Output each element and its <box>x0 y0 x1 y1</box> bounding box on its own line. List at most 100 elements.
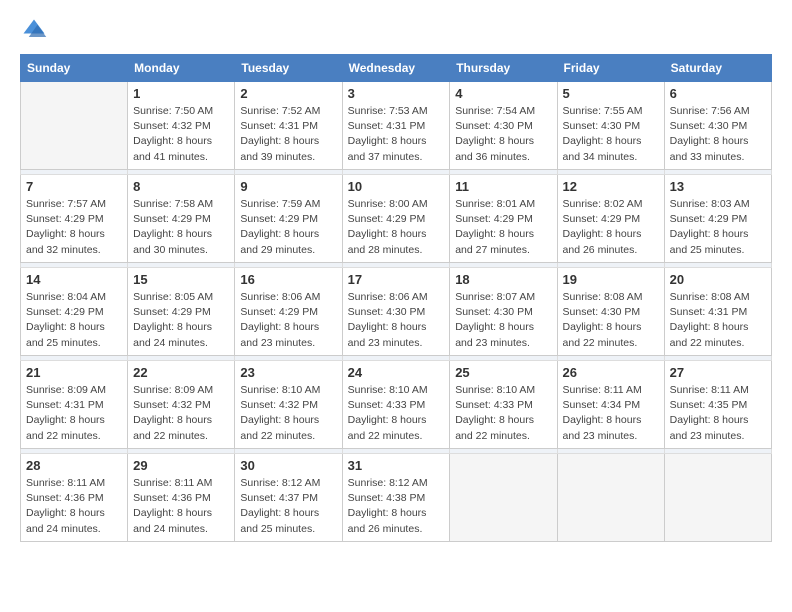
day-number: 29 <box>133 458 229 473</box>
day-cell: 19Sunrise: 8:08 AMSunset: 4:30 PMDayligh… <box>557 268 664 356</box>
header <box>20 16 772 44</box>
day-info: Sunrise: 8:11 AMSunset: 4:36 PMDaylight:… <box>26 476 122 537</box>
day-cell: 20 Sunrise: 8:08 AMSunset: 4:31 PMDayligh… <box>664 268 771 356</box>
day-info: Sunrise: 8:06 AMSunset: 4:29 PMDaylight:… <box>240 290 336 351</box>
day-number: 19 <box>563 272 659 287</box>
header-saturday: Saturday <box>664 55 771 82</box>
day-info: Sunrise: 7:58 AMSunset: 4:29 PMDaylight:… <box>133 197 229 258</box>
day-number: 15 <box>133 272 229 287</box>
week-row-2: 7 Sunrise: 7:57 AMSunset: 4:29 PMDaylight… <box>21 175 772 263</box>
header-tuesday: Tuesday <box>235 55 342 82</box>
day-number: 9 <box>240 179 336 194</box>
day-number: 10 <box>348 179 445 194</box>
day-cell: 11 Sunrise: 8:01 AMSunset: 4:29 PMDayligh… <box>450 175 557 263</box>
day-cell: 23Sunrise: 8:10 AMSunset: 4:32 PMDayligh… <box>235 361 342 449</box>
day-cell: 3Sunrise: 7:53 AMSunset: 4:31 PMDaylight… <box>342 82 450 170</box>
day-cell: 22Sunrise: 8:09 AMSunset: 4:32 PMDayligh… <box>128 361 235 449</box>
day-info: Sunrise: 7:59 AMSunset: 4:29 PMDaylight:… <box>240 197 336 258</box>
day-cell: 4 Sunrise: 7:54 AMSunset: 4:30 PMDaylight… <box>450 82 557 170</box>
day-number: 12 <box>563 179 659 194</box>
day-number: 2 <box>240 86 336 101</box>
day-cell: 18 Sunrise: 8:07 AMSunset: 4:30 PMDayligh… <box>450 268 557 356</box>
day-cell: 25 Sunrise: 8:10 AMSunset: 4:33 PMDayligh… <box>450 361 557 449</box>
day-number: 7 <box>26 179 122 194</box>
day-cell: 10Sunrise: 8:00 AMSunset: 4:29 PMDayligh… <box>342 175 450 263</box>
day-number: 11 <box>455 179 551 194</box>
day-cell <box>21 82 128 170</box>
day-number: 28 <box>26 458 122 473</box>
header-monday: Monday <box>128 55 235 82</box>
day-cell: 2 Sunrise: 7:52 AMSunset: 4:31 PMDaylight… <box>235 82 342 170</box>
day-number: 16 <box>240 272 336 287</box>
week-row-1: 1Sunrise: 7:50 AMSunset: 4:32 PMDaylight… <box>21 82 772 170</box>
day-cell <box>557 454 664 542</box>
day-cell: 29 Sunrise: 8:11 AMSunset: 4:36 PMDayligh… <box>128 454 235 542</box>
day-info: Sunrise: 8:11 AMSunset: 4:36 PMDaylight:… <box>133 476 229 537</box>
week-row-4: 21 Sunrise: 8:09 AMSunset: 4:31 PMDayligh… <box>21 361 772 449</box>
day-info: Sunrise: 8:10 AMSunset: 4:33 PMDaylight:… <box>348 383 445 444</box>
day-number: 26 <box>563 365 659 380</box>
day-info: Sunrise: 7:54 AMSunset: 4:30 PMDaylight:… <box>455 104 551 165</box>
header-sunday: Sunday <box>21 55 128 82</box>
week-row-3: 14 Sunrise: 8:04 AMSunset: 4:29 PMDayligh… <box>21 268 772 356</box>
day-info: Sunrise: 7:57 AMSunset: 4:29 PMDaylight:… <box>26 197 122 258</box>
header-wednesday: Wednesday <box>342 55 450 82</box>
day-cell: 8 Sunrise: 7:58 AMSunset: 4:29 PMDaylight… <box>128 175 235 263</box>
day-number: 3 <box>348 86 445 101</box>
day-cell <box>450 454 557 542</box>
header-thursday: Thursday <box>450 55 557 82</box>
day-info: Sunrise: 8:08 AMSunset: 4:31 PMDaylight:… <box>670 290 766 351</box>
day-cell: 31Sunrise: 8:12 AMSunset: 4:38 PMDayligh… <box>342 454 450 542</box>
day-number: 24 <box>348 365 445 380</box>
day-cell: 15 Sunrise: 8:05 AMSunset: 4:29 PMDayligh… <box>128 268 235 356</box>
day-number: 6 <box>670 86 766 101</box>
week-row-5: 28 Sunrise: 8:11 AMSunset: 4:36 PMDayligh… <box>21 454 772 542</box>
day-cell: 7 Sunrise: 7:57 AMSunset: 4:29 PMDaylight… <box>21 175 128 263</box>
day-number: 1 <box>133 86 229 101</box>
day-info: Sunrise: 8:07 AMSunset: 4:30 PMDaylight:… <box>455 290 551 351</box>
day-info: Sunrise: 8:03 AMSunset: 4:29 PMDaylight:… <box>670 197 766 258</box>
day-number: 30 <box>240 458 336 473</box>
day-info: Sunrise: 8:06 AMSunset: 4:30 PMDaylight:… <box>348 290 445 351</box>
day-info: Sunrise: 7:56 AMSunset: 4:30 PMDaylight:… <box>670 104 766 165</box>
day-cell: 27Sunrise: 8:11 AMSunset: 4:35 PMDayligh… <box>664 361 771 449</box>
day-info: Sunrise: 8:01 AMSunset: 4:29 PMDaylight:… <box>455 197 551 258</box>
day-cell: 1Sunrise: 7:50 AMSunset: 4:32 PMDaylight… <box>128 82 235 170</box>
day-number: 8 <box>133 179 229 194</box>
day-number: 20 <box>670 272 766 287</box>
day-number: 23 <box>240 365 336 380</box>
day-cell: 12 Sunrise: 8:02 AMSunset: 4:29 PMDayligh… <box>557 175 664 263</box>
day-info: Sunrise: 8:02 AMSunset: 4:29 PMDaylight:… <box>563 197 659 258</box>
day-cell: 5 Sunrise: 7:55 AMSunset: 4:30 PMDaylight… <box>557 82 664 170</box>
day-cell: 16 Sunrise: 8:06 AMSunset: 4:29 PMDayligh… <box>235 268 342 356</box>
day-cell: 13 Sunrise: 8:03 AMSunset: 4:29 PMDayligh… <box>664 175 771 263</box>
day-cell: 30 Sunrise: 8:12 AMSunset: 4:37 PMDayligh… <box>235 454 342 542</box>
day-info: Sunrise: 8:12 AMSunset: 4:38 PMDaylight:… <box>348 476 445 537</box>
day-number: 4 <box>455 86 551 101</box>
day-info: Sunrise: 8:04 AMSunset: 4:29 PMDaylight:… <box>26 290 122 351</box>
day-cell: 24 Sunrise: 8:10 AMSunset: 4:33 PMDayligh… <box>342 361 450 449</box>
day-cell: 26Sunrise: 8:11 AMSunset: 4:34 PMDayligh… <box>557 361 664 449</box>
day-cell: 28 Sunrise: 8:11 AMSunset: 4:36 PMDayligh… <box>21 454 128 542</box>
header-friday: Friday <box>557 55 664 82</box>
day-info: Sunrise: 8:09 AMSunset: 4:31 PMDaylight:… <box>26 383 122 444</box>
day-number: 5 <box>563 86 659 101</box>
day-number: 25 <box>455 365 551 380</box>
logo-icon <box>20 16 48 44</box>
day-info: Sunrise: 7:52 AMSunset: 4:31 PMDaylight:… <box>240 104 336 165</box>
day-cell: 14 Sunrise: 8:04 AMSunset: 4:29 PMDayligh… <box>21 268 128 356</box>
day-cell <box>664 454 771 542</box>
day-number: 14 <box>26 272 122 287</box>
day-number: 13 <box>670 179 766 194</box>
logo <box>20 16 52 44</box>
day-cell: 21 Sunrise: 8:09 AMSunset: 4:31 PMDayligh… <box>21 361 128 449</box>
day-info: Sunrise: 8:11 AMSunset: 4:35 PMDaylight:… <box>670 383 766 444</box>
day-number: 18 <box>455 272 551 287</box>
day-number: 17 <box>348 272 445 287</box>
day-info: Sunrise: 8:05 AMSunset: 4:29 PMDaylight:… <box>133 290 229 351</box>
day-info: Sunrise: 8:09 AMSunset: 4:32 PMDaylight:… <box>133 383 229 444</box>
day-info: Sunrise: 8:12 AMSunset: 4:37 PMDaylight:… <box>240 476 336 537</box>
day-number: 21 <box>26 365 122 380</box>
day-info: Sunrise: 8:10 AMSunset: 4:33 PMDaylight:… <box>455 383 551 444</box>
day-info: Sunrise: 7:55 AMSunset: 4:30 PMDaylight:… <box>563 104 659 165</box>
